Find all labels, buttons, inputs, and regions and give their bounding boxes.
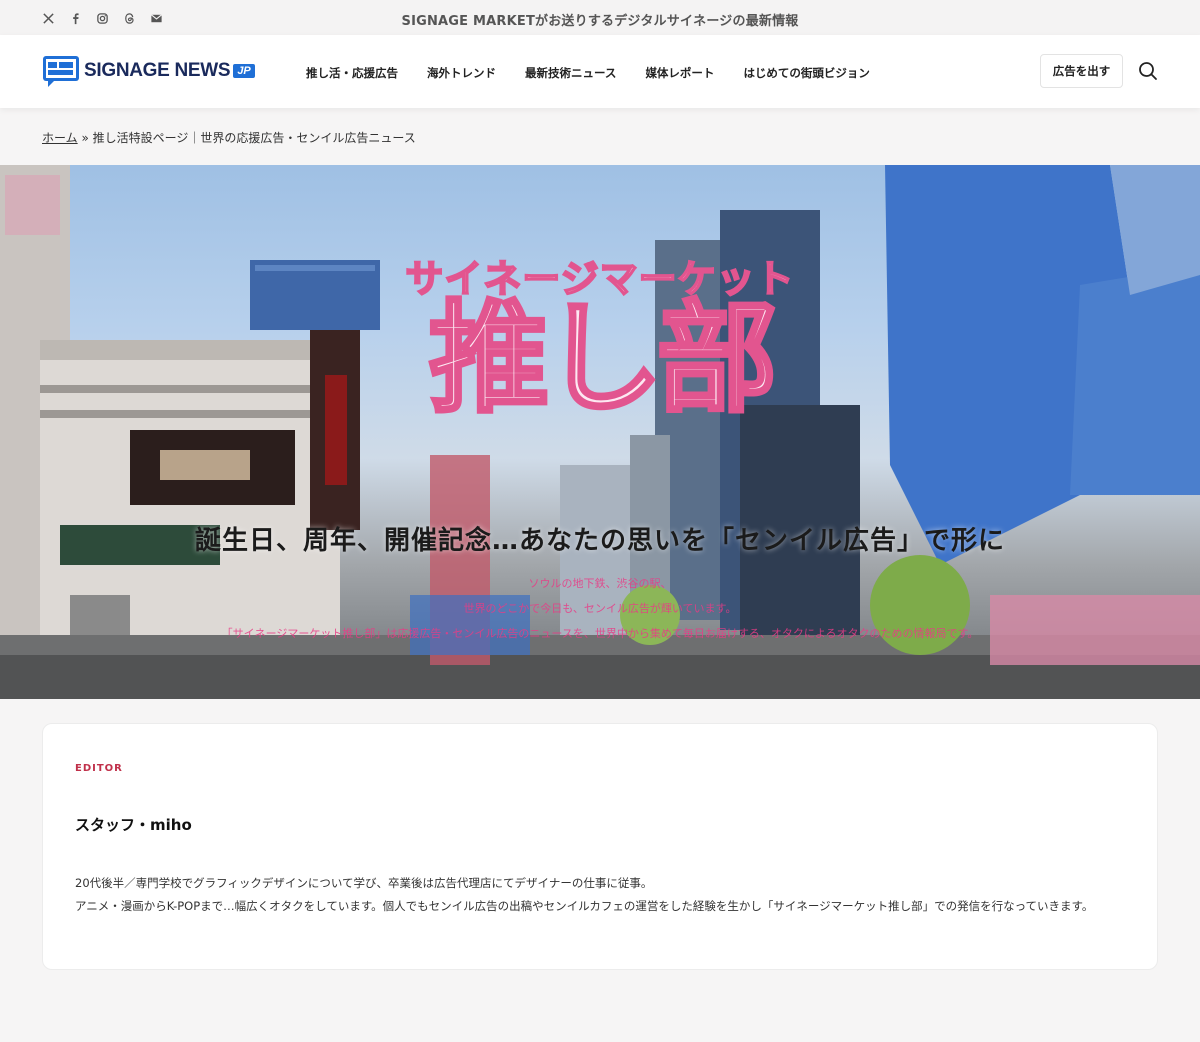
- search-icon[interactable]: [1138, 61, 1158, 81]
- monitor-logo-icon: [42, 55, 80, 87]
- main-nav: 推し活・応援広告 海外トレンド 最新技術ニュース 媒体レポート はじめての街頭ビ…: [306, 65, 899, 81]
- hero-desc-line-2: 世界のどこかで今日も、センイル広告が輝いています。: [463, 602, 737, 615]
- site-tagline: SIGNAGE MARKETがお送りするデジタルサイネージの最新情報: [401, 14, 799, 29]
- editor-name: スタッフ・miho: [75, 816, 192, 834]
- editor-bio-line-2: アニメ・漫画からK-POPまで…幅広くオタクをしています。個人でもセンイル広告の…: [75, 899, 1094, 913]
- logo-badge: JP: [233, 64, 255, 78]
- logo-text: SIGNAGE NEWS: [84, 60, 231, 81]
- editor-label: EDITOR: [75, 763, 123, 774]
- hero-desc-line-1: ソウルの地下鉄、渋谷の駅、: [528, 577, 672, 590]
- top-bar: SIGNAGE MARKETがお送りするデジタルサイネージの最新情報: [0, 0, 1200, 35]
- place-ad-button[interactable]: 広告を出す: [1040, 54, 1123, 88]
- nav-item-first-vision[interactable]: はじめての街頭ビジョン: [743, 65, 870, 81]
- nav-item-oshi[interactable]: 推し活・応援広告: [306, 65, 398, 81]
- site-header: SIGNAGE NEWS JP 推し活・応援広告 海外トレンド 最新技術ニュース…: [0, 35, 1200, 108]
- editor-card: EDITOR スタッフ・miho 20代後半／専門学校でグラフィックデザインにつ…: [42, 723, 1158, 970]
- site-logo[interactable]: SIGNAGE NEWS JP: [42, 55, 255, 87]
- breadcrumb-separator: »: [81, 131, 89, 145]
- hero-subtitle: 誕生日、周年、開催記念…あなたの思いを「センイル広告」で形に: [194, 526, 1005, 556]
- hero-desc-line-3: 「サイネージマーケット推し部」は応援広告・センイル広告のニュースを、世界中から集…: [221, 627, 979, 640]
- breadcrumb-home[interactable]: ホーム: [42, 131, 78, 145]
- editor-bio-line-1: 20代後半／専門学校でグラフィックデザインについて学び、卒業後は広告代理店にてデ…: [75, 876, 653, 890]
- breadcrumb: ホーム » 推し活特設ページ｜世界の応援広告・センイル広告ニュース: [42, 129, 416, 146]
- nav-item-media-report[interactable]: 媒体レポート: [645, 65, 714, 81]
- nav-item-tech[interactable]: 最新技術ニュース: [525, 65, 616, 81]
- hero-banner: サイネージマーケット 推し部 誕生日、周年、開催記念…あなたの思いを「センイル広…: [0, 165, 1200, 699]
- cityscape-illustration: [0, 165, 1200, 699]
- breadcrumb-current: 推し活特設ページ｜世界の応援広告・センイル広告ニュース: [92, 131, 416, 145]
- nav-item-overseas[interactable]: 海外トレンド: [427, 65, 496, 81]
- editor-bio: 20代後半／専門学校でグラフィックデザインについて学び、卒業後は広告代理店にてデ…: [75, 872, 1135, 918]
- hero-kanji-title: 推し部: [427, 290, 779, 429]
